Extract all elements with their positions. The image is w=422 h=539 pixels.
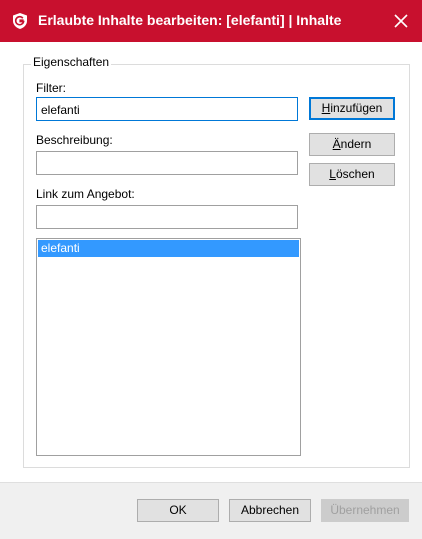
link-label: Link zum Angebot: [36, 187, 135, 201]
content-listbox[interactable]: elefanti [36, 238, 301, 456]
ok-button[interactable]: OK [137, 499, 219, 522]
groupbox-legend: Eigenschaften [31, 55, 112, 69]
button-bar: OK Abbrechen Übernehmen [0, 482, 422, 539]
gdata-shield-icon [11, 12, 29, 30]
change-button[interactable]: Ändern [309, 133, 395, 156]
cancel-button[interactable]: Abbrechen [229, 499, 311, 522]
window-title: Erlaubte Inhalte bearbeiten: [elefanti] … [38, 12, 342, 28]
dialog-body: Eigenschaften Filter: elefanti Beschreib… [0, 42, 422, 539]
filter-label: Filter: [36, 81, 66, 95]
title-bar[interactable]: Erlaubte Inhalte bearbeiten: [elefanti] … [0, 0, 422, 42]
add-button[interactable]: Hinzufügen [309, 97, 395, 120]
close-button[interactable] [386, 6, 416, 36]
close-icon [394, 14, 408, 28]
link-input[interactable] [36, 205, 298, 229]
delete-button[interactable]: Löschen [309, 163, 395, 186]
filter-input[interactable]: elefanti [36, 97, 298, 121]
list-item[interactable]: elefanti [38, 240, 299, 257]
apply-button[interactable]: Übernehmen [321, 499, 409, 522]
description-label: Beschreibung: [36, 133, 113, 147]
description-input[interactable] [36, 151, 298, 175]
